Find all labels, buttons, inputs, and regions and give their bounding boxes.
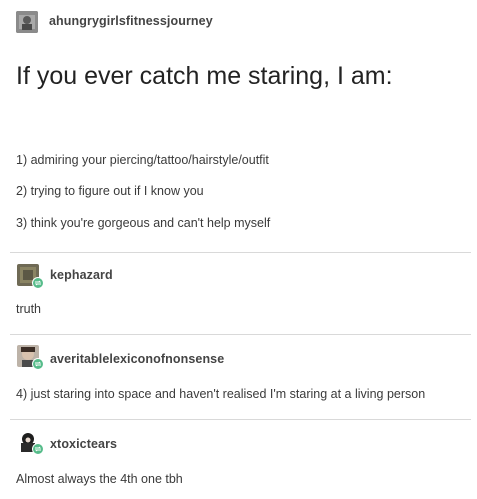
list-item: 1) admiring your piercing/tattoo/hairsty… bbox=[16, 153, 269, 167]
divider bbox=[10, 252, 471, 253]
divider bbox=[10, 334, 471, 335]
reblog-icon bbox=[32, 358, 44, 370]
post-text: truth bbox=[16, 302, 42, 316]
post-title: If you ever catch me staring, I am: bbox=[16, 62, 393, 90]
post-username[interactable]: averitablelexiconofnonsense bbox=[50, 352, 224, 366]
post-username[interactable]: ahungrygirlsfitnessjourney bbox=[49, 14, 213, 28]
post-text: Almost always the 4th one tbh bbox=[16, 472, 183, 486]
divider bbox=[10, 419, 471, 420]
post-text: 4) just staring into space and haven't r… bbox=[16, 387, 426, 401]
post-username[interactable]: xtoxictears bbox=[50, 437, 117, 451]
avatar-ahungrygirlsfitnessjourney[interactable] bbox=[16, 11, 38, 33]
reblog-icon bbox=[32, 443, 44, 455]
list-item: 2) trying to figure out if I know you bbox=[16, 184, 204, 198]
list-item: 3) think you're gorgeous and can't help … bbox=[16, 216, 271, 230]
avatar-image bbox=[16, 11, 38, 33]
post-username[interactable]: kephazard bbox=[50, 268, 113, 282]
reblog-icon bbox=[32, 277, 44, 289]
